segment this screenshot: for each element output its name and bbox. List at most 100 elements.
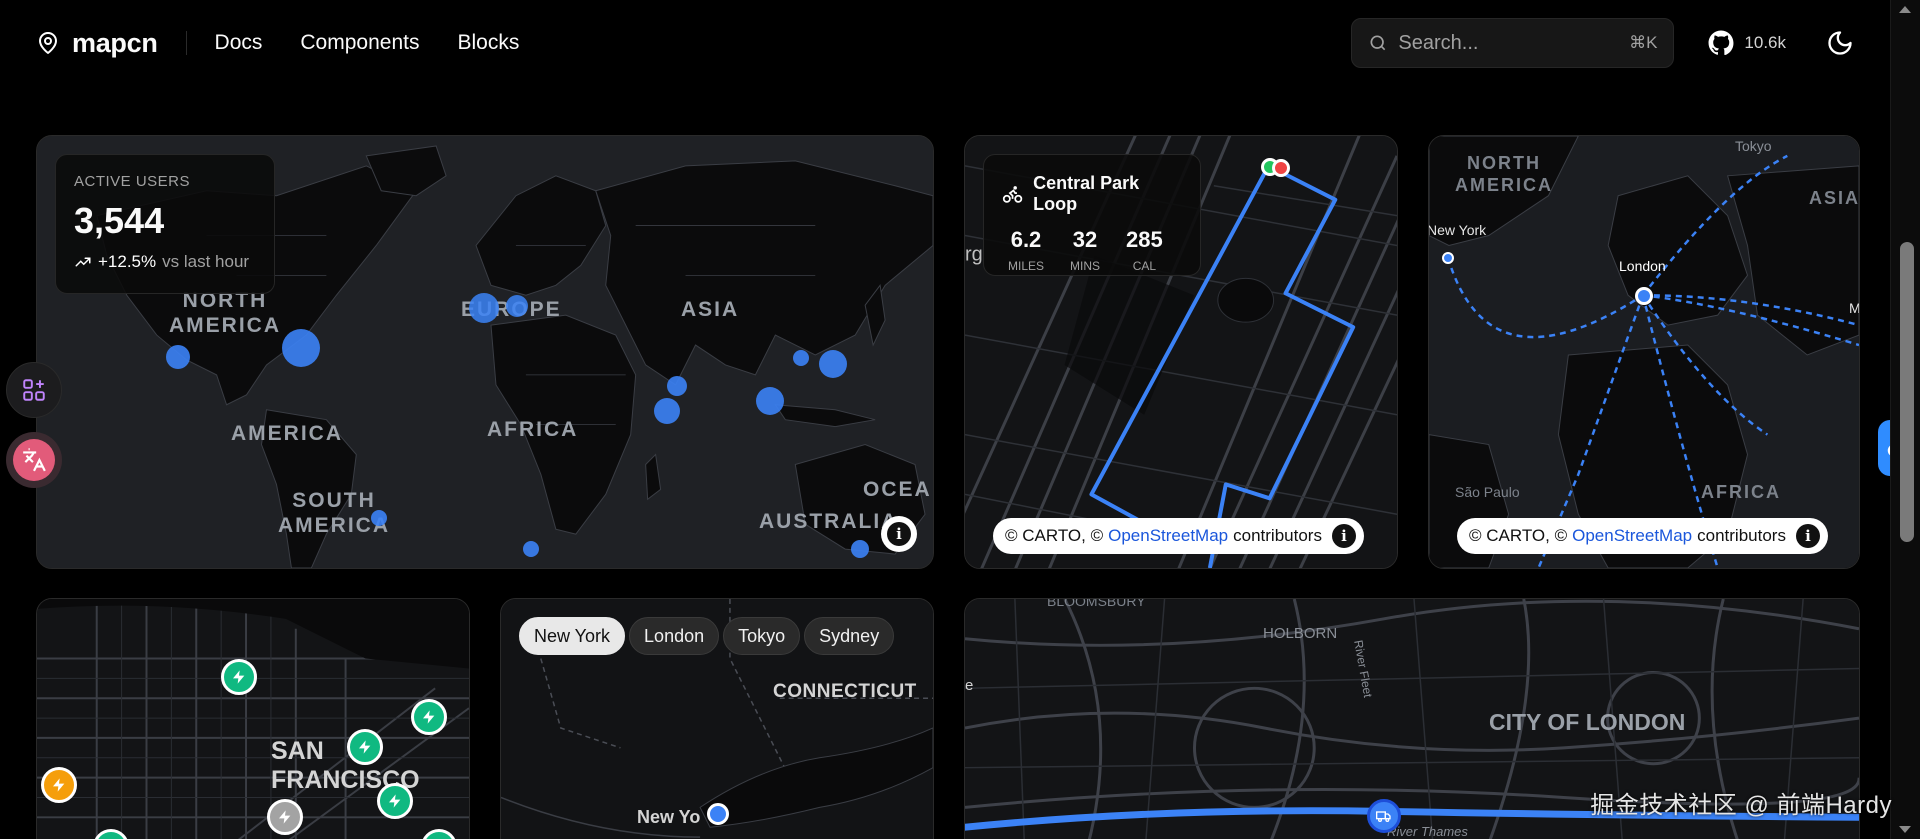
active-users-change: +12.5% [98, 252, 157, 271]
user-dot[interactable] [756, 387, 784, 415]
user-dot[interactable] [654, 398, 680, 424]
globe-label-sao-paulo: São Paulo [1455, 484, 1520, 500]
truck-icon [1376, 811, 1391, 822]
github-link[interactable]: 10.6k [1708, 30, 1786, 56]
ai-tools-button[interactable] [6, 362, 62, 418]
attribution-prefix: © CARTO, © [1005, 526, 1104, 545]
search-shortcut: ⌘K [1629, 33, 1658, 52]
user-dot[interactable] [523, 541, 539, 557]
route-end-marker[interactable] [1272, 159, 1290, 177]
search-placeholder: Search... [1398, 31, 1479, 54]
lightning-icon [389, 794, 401, 808]
top-header: mapcn Docs Components Blocks Search... ⌘… [0, 0, 1890, 86]
globe-label-africa: AFRICA [1701, 482, 1781, 502]
map-attribution: © CARTO, © OpenStreetMap contributors i [993, 518, 1364, 554]
map-info-button[interactable]: i [881, 516, 917, 552]
scroll-thumb[interactable] [1900, 242, 1914, 542]
user-dot[interactable] [469, 293, 499, 323]
header-divider [185, 31, 187, 55]
chip-sydney[interactable]: Sydney [804, 617, 895, 655]
user-dot[interactable] [851, 540, 869, 558]
route-stats: 6.2 MILES 32 MINS 285 CAL [1002, 227, 1182, 273]
label-ocean: OCEA [863, 478, 932, 501]
globe-map [1429, 136, 1859, 568]
charging-station-marker[interactable] [267, 799, 303, 835]
user-dot[interactable] [282, 329, 320, 367]
label-north-america: NORTH AMERICA [169, 289, 281, 337]
nav-blocks[interactable]: Blocks [457, 31, 519, 55]
delivery-truck-marker[interactable] [1367, 799, 1401, 833]
charging-station-marker[interactable] [411, 699, 447, 735]
route-title: Central Park Loop [1033, 173, 1140, 214]
main-nav: Docs Components Blocks [215, 31, 520, 55]
chip-new-york[interactable]: New York [519, 617, 626, 655]
lightning-icon [53, 778, 65, 792]
user-dot[interactable] [166, 345, 190, 369]
active-users-change-row: +12.5% vs last hour [74, 252, 256, 272]
label-edge: e [965, 677, 974, 694]
user-dot[interactable] [506, 295, 528, 317]
user-dot[interactable] [819, 350, 847, 378]
new-york-marker[interactable] [707, 803, 729, 825]
apps-sparkle-icon [23, 379, 45, 401]
info-icon[interactable]: i [1331, 524, 1356, 548]
chip-london[interactable]: London [629, 617, 720, 655]
github-stars: 10.6k [1744, 33, 1786, 52]
label-new-york: New Yo [637, 807, 701, 827]
lightning-icon [359, 740, 371, 754]
globe-marker-london[interactable] [1635, 287, 1653, 305]
charging-station-marker[interactable] [41, 767, 77, 803]
search-icon [1370, 35, 1386, 51]
label-bloomsbury: BLOOMSBURY [1047, 598, 1146, 609]
lightning-icon [233, 670, 245, 684]
globe-label-mo: Mo [1849, 300, 1860, 316]
user-dot[interactable] [667, 376, 687, 396]
brand-logo[interactable]: mapcn [36, 28, 158, 59]
page-scrollbar[interactable] [1890, 0, 1920, 839]
globe-label-asia: ASIA [1809, 188, 1860, 208]
chip-tokyo[interactable]: Tokyo [723, 617, 801, 655]
nav-components[interactable]: Components [300, 31, 419, 55]
user-dot[interactable] [793, 350, 809, 366]
charging-station-marker[interactable] [221, 659, 257, 695]
ev-charging-map-card[interactable]: SAN FRANCISCO [36, 598, 470, 839]
watermark-text: 掘金技术社区 @ 前端Hardy [1590, 792, 1892, 819]
route-map-card[interactable]: rg Central Park Loop 6.2 MILES 32 MINS 2… [964, 135, 1398, 569]
nav-docs[interactable]: Docs [215, 31, 263, 55]
attribution-suffix: contributors [1697, 526, 1786, 545]
label-river-thames: River Thames [1387, 824, 1468, 839]
scroll-up-arrow-icon[interactable] [1899, 6, 1911, 13]
label-africa: AFRICA [487, 418, 579, 441]
label-city-of-london: CITY OF LONDON [1489, 709, 1686, 735]
search-button[interactable]: Search... ⌘K [1351, 18, 1675, 68]
label-australia: AUSTRALIA [759, 510, 899, 533]
info-icon[interactable]: i [1795, 524, 1820, 548]
globe-label-new-york: New York [1428, 222, 1487, 238]
translate-button[interactable] [6, 432, 62, 488]
attribution-suffix: contributors [1233, 526, 1322, 545]
stat-miles: 6.2 MILES [1008, 227, 1044, 273]
info-icon: i [887, 522, 911, 546]
stat-mins-value: 32 [1072, 227, 1098, 252]
stat-miles-value: 6.2 [1010, 227, 1042, 252]
moon-icon[interactable] [1826, 29, 1854, 57]
city-switcher-map-card[interactable]: New York London Tokyo Sydney CONNECTICUT… [500, 598, 934, 839]
active-users-suffix: vs last hour [162, 252, 250, 271]
globe-map-card[interactable]: NORTH AMERICA Tokyo ASIA New York London… [1428, 135, 1860, 569]
globe-marker-new-york[interactable] [1442, 252, 1454, 264]
stat-mins: 32 MINS [1070, 227, 1100, 273]
translate-icon [13, 439, 55, 481]
charging-station-marker[interactable] [377, 783, 413, 819]
globe-label-tokyo: Tokyo [1735, 138, 1772, 154]
active-users-map-card[interactable]: NORTH AMERICA EUROPE ASIA AMERICA AFRICA… [36, 135, 934, 569]
osm-link[interactable]: OpenStreetMap [1108, 526, 1228, 546]
stat-cal: 285 CAL [1126, 227, 1163, 273]
brand-name: mapcn [72, 27, 158, 58]
route-stats-panel: Central Park Loop 6.2 MILES 32 MINS 285 … [983, 154, 1201, 276]
scroll-down-arrow-icon[interactable] [1899, 826, 1911, 833]
github-icon [1708, 30, 1734, 56]
charging-station-marker[interactable] [347, 729, 383, 765]
stat-miles-unit: MILES [1008, 259, 1045, 273]
user-dot[interactable] [371, 510, 387, 526]
osm-link[interactable]: OpenStreetMap [1572, 526, 1692, 546]
